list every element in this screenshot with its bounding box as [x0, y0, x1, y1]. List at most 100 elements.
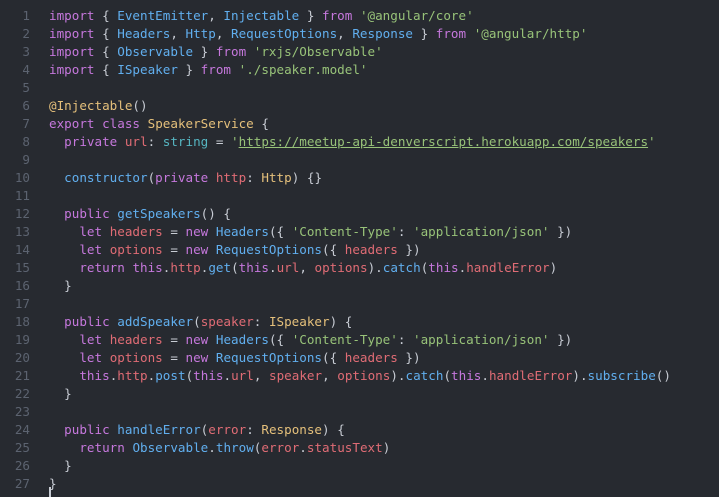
code-token: private [155, 170, 209, 185]
code-line[interactable] [49, 151, 719, 169]
code-line[interactable] [49, 79, 719, 97]
code-line[interactable]: public handleError(error: Response) { [49, 421, 719, 439]
code-line[interactable]: private url: string = 'https://meetup-ap… [49, 133, 719, 151]
code-token: } [193, 44, 216, 59]
code-token: addSpeaker [117, 314, 194, 329]
code-token: ( [443, 368, 452, 383]
code-token: 'application/json' [413, 332, 550, 347]
code-line[interactable]: import { ISpeaker } from './speaker.mode… [49, 61, 719, 79]
code-token: : [246, 422, 262, 437]
line-number: 21 [14, 368, 30, 383]
code-token: export [49, 116, 95, 131]
code-token: ({ [322, 242, 345, 257]
code-token: http [117, 368, 148, 383]
line-number: 26 [14, 458, 30, 473]
line-number: 7 [22, 116, 30, 131]
code-token: speaker [200, 314, 254, 329]
code-line[interactable]: import { Observable } from 'rxjs/Observa… [49, 43, 719, 61]
code-token: this [451, 368, 482, 383]
code-token: } [177, 62, 201, 77]
code-line[interactable]: import { EventEmitter, Injectable } from… [49, 7, 719, 25]
code-token: } [49, 386, 72, 401]
code-line[interactable]: export class SpeakerService { [49, 115, 719, 133]
code-token: () [655, 368, 671, 383]
line-number: 25 [14, 440, 30, 455]
code-token: import [49, 26, 95, 41]
code-token: new [185, 350, 209, 365]
code-token: Http [261, 170, 292, 185]
code-token: ISpeaker [117, 62, 178, 77]
code-token: getSpeakers [117, 206, 201, 221]
code-line[interactable] [49, 187, 719, 205]
code-token: . [481, 368, 489, 383]
code-token: public [64, 206, 110, 221]
code-token: Observable [132, 440, 209, 455]
code-line[interactable]: public addSpeaker(speaker: ISpeaker) { [49, 313, 719, 331]
code-token: import [49, 62, 95, 77]
code-line[interactable]: constructor(private http: Http) {} [49, 169, 719, 187]
code-token: { [94, 8, 118, 23]
code-token: } [299, 8, 322, 23]
code-token: . [299, 440, 307, 455]
code-token: options [337, 368, 391, 383]
code-token: : [253, 314, 269, 329]
code-line[interactable]: } [49, 475, 719, 493]
code-line[interactable]: } [49, 457, 719, 475]
code-token: ({ [268, 332, 292, 347]
code-token: , [322, 368, 338, 383]
code-token: ) { [329, 314, 353, 329]
code-token: }) [397, 242, 421, 257]
code-token: constructor [64, 170, 148, 185]
code-line[interactable]: let headers = new Headers({ 'Content-Typ… [49, 331, 719, 349]
code-editor[interactable]: 1 2 3 4 5 6 7 8 9 10 11 12 13 14 15 16 17 18 19 20 21 22 23 24 2… [0, 0, 719, 497]
code-line[interactable]: let options = new RequestOptions({ heade… [49, 241, 719, 259]
code-token: Headers [215, 332, 269, 347]
code-line[interactable] [49, 295, 719, 313]
code-token: headers [344, 242, 398, 257]
code-token: url [231, 368, 254, 383]
code-line[interactable]: let options = new RequestOptions({ heade… [49, 349, 719, 367]
code-token: 'Content-Type' [291, 332, 398, 347]
line-number: 8 [22, 134, 30, 149]
code-token: } [413, 26, 436, 41]
code-token: from [200, 62, 232, 77]
code-token: RequestOptions [215, 350, 323, 365]
code-line[interactable]: } [49, 385, 719, 403]
code-line[interactable]: let headers = new Headers({ 'Content-Typ… [49, 223, 719, 241]
code-token: public [64, 314, 110, 329]
line-number: 24 [14, 422, 30, 437]
code-token: Response [261, 422, 323, 437]
line-number: 16 [14, 278, 30, 293]
code-token: options [314, 260, 368, 275]
code-token: () { [200, 206, 232, 221]
code-token: SpeakerService [147, 116, 254, 131]
line-number: 9 [22, 152, 30, 167]
code-token: import [49, 44, 95, 59]
code-token: , [299, 260, 315, 275]
code-token: ' [231, 134, 239, 149]
code-token: , [337, 26, 353, 41]
code-line[interactable]: @Injectable() [49, 97, 719, 115]
code-token: }) [397, 350, 421, 365]
code-line[interactable]: return this.http.get(this.url, options).… [49, 259, 719, 277]
code-line[interactable]: return Observable.throw(error.statusText… [49, 439, 719, 457]
code-line[interactable] [49, 403, 719, 421]
code-content[interactable]: import { EventEmitter, Injectable } from… [49, 7, 719, 493]
code-line[interactable]: public getSpeakers() { [49, 205, 719, 223]
code-token: handleError [488, 368, 573, 383]
code-line[interactable]: this.http.post(this.url, speaker, option… [49, 367, 719, 385]
code-token: = [162, 350, 186, 365]
code-token: new [185, 242, 209, 257]
code-line[interactable]: import { Headers, Http, RequestOptions, … [49, 25, 719, 43]
code-token: . [223, 368, 232, 383]
code-token: ) [382, 440, 391, 455]
code-token: , [215, 26, 232, 41]
code-line[interactable]: } [49, 277, 719, 295]
